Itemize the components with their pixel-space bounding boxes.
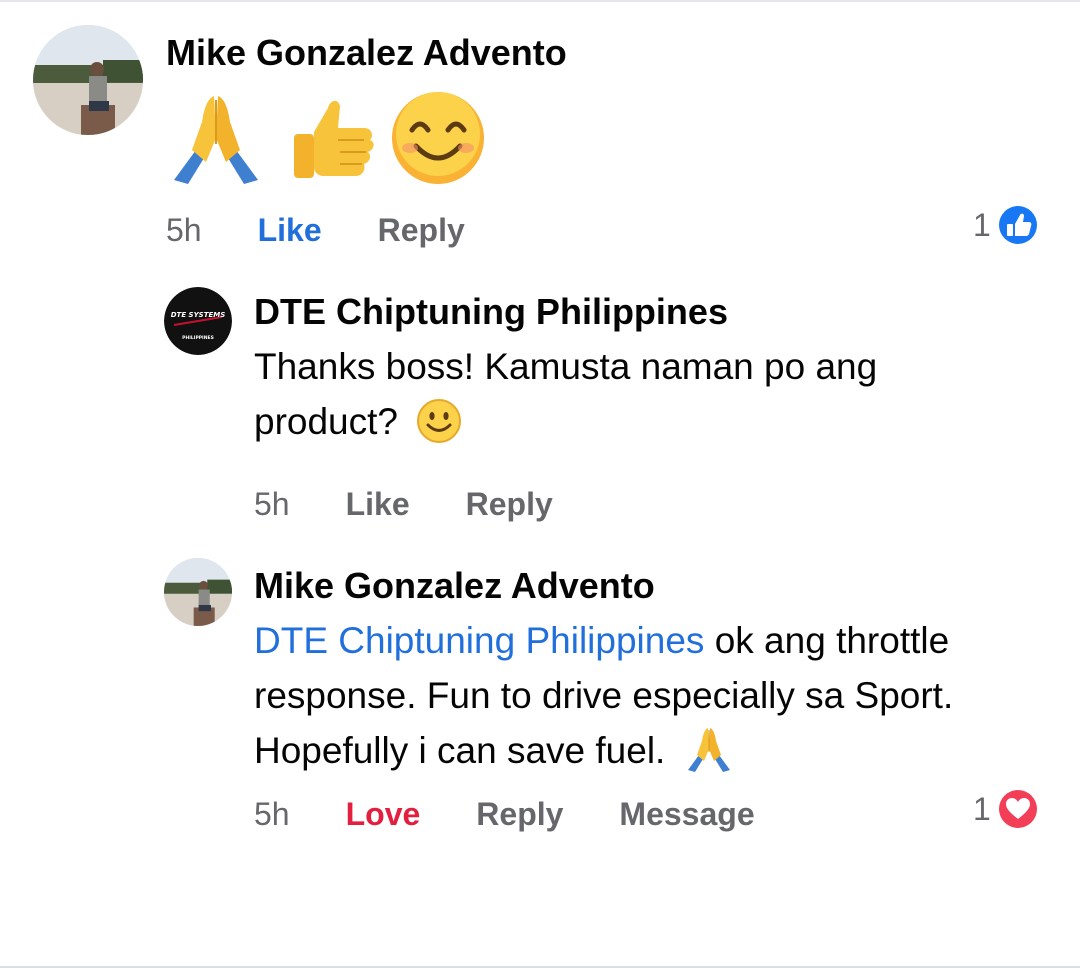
reaction-summary[interactable]: 1 — [973, 202, 1041, 248]
comment-text-line: DTE Chiptuning Philippines ok ang thrott… — [254, 613, 953, 668]
comment-actions: 5h Like Reply — [166, 210, 465, 250]
reply-button[interactable]: Reply — [378, 210, 465, 250]
comment-text-line: Hopefully i can save fuel. — [254, 723, 953, 778]
comment-text-part: Hopefully i can save fuel. — [254, 730, 666, 771]
comment-author[interactable]: Mike Gonzalez Advento — [166, 31, 567, 75]
like-reaction-icon — [995, 203, 1040, 247]
comment-timestamp: 5h — [166, 212, 202, 248]
comment-text: DTE Chiptuning Philippines ok ang thrott… — [254, 613, 953, 778]
comment-actions: 5h Love Reply Message — [254, 794, 755, 834]
emoji-row — [166, 88, 496, 188]
comment-text: Thanks boss! Kamusta naman po ang produc… — [254, 339, 877, 449]
svg-text:PHILIPPINES: PHILIPPINES — [182, 335, 214, 341]
comment-text-line: product? — [254, 394, 877, 449]
comment-timestamp: 5h — [254, 796, 290, 832]
bottom-divider — [0, 966, 1080, 968]
love-reaction-icon — [995, 787, 1040, 831]
smiling-face-icon — [392, 92, 484, 184]
comment-text-line: response. Fun to drive especially sa Spo… — [254, 675, 954, 716]
avatar[interactable] — [33, 25, 143, 135]
love-button[interactable]: Love — [346, 794, 421, 834]
thumbs-up-icon — [294, 100, 374, 178]
mention-link[interactable]: DTE Chiptuning Philippines — [254, 620, 704, 661]
folded-hands-icon — [174, 96, 258, 184]
avatar-photo — [33, 25, 143, 135]
reaction-count: 1 — [973, 206, 991, 243]
reply-button[interactable]: Reply — [476, 794, 563, 834]
comment-author[interactable]: Mike Gonzalez Advento — [254, 564, 655, 608]
comment-text-line: Thanks boss! Kamusta naman po ang — [254, 346, 878, 387]
comment-timestamp: 5h — [254, 486, 290, 522]
comment-text-part: ok ang throttle — [704, 620, 950, 661]
message-button[interactable]: Message — [619, 794, 754, 834]
folded-hands-icon — [687, 728, 730, 773]
avatar[interactable] — [164, 558, 232, 626]
comment-actions: 5h Like Reply — [254, 484, 553, 524]
dte-logo: DTE SYSTEMS PHILIPPINES — [164, 287, 232, 355]
svg-text:DTE SYSTEMS: DTE SYSTEMS — [171, 311, 226, 319]
like-button[interactable]: Like — [346, 484, 410, 524]
page-avatar[interactable]: DTE SYSTEMS PHILIPPINES — [164, 287, 232, 355]
comment-text-part: product? — [254, 401, 398, 442]
reply-button[interactable]: Reply — [466, 484, 553, 524]
avatar-photo — [164, 558, 232, 626]
comment-author[interactable]: DTE Chiptuning Philippines — [254, 290, 728, 334]
reaction-summary[interactable]: 1 — [973, 786, 1041, 832]
like-button[interactable]: Like — [258, 210, 322, 250]
reaction-count: 1 — [973, 790, 991, 827]
slightly-smiling-face-icon — [417, 399, 462, 444]
top-divider — [0, 0, 1080, 2]
